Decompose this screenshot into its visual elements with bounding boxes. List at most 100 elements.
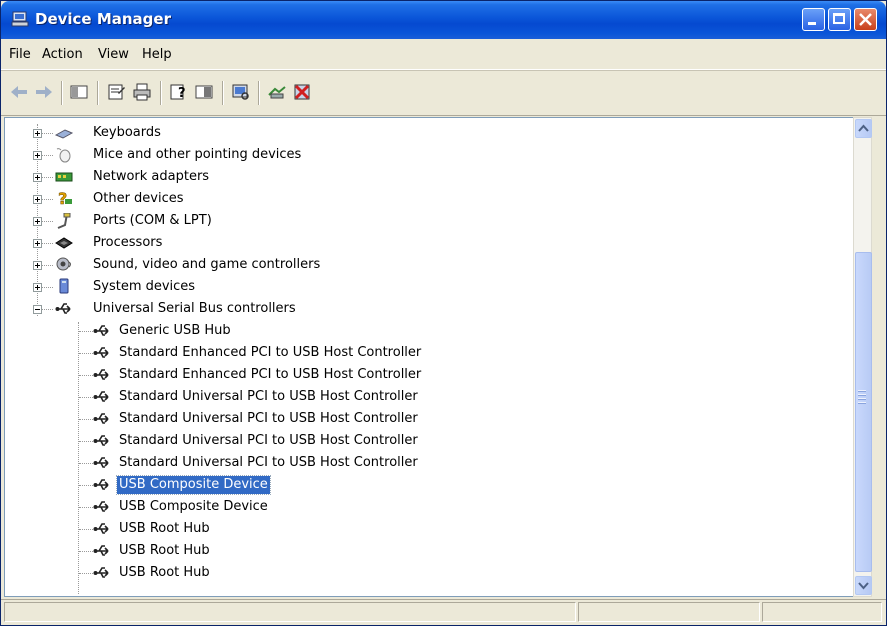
uninstall-icon[interactable]	[292, 83, 312, 101]
tree-connector	[42, 221, 53, 222]
tree-item-label: Mice and other pointing devices	[93, 147, 302, 162]
close-button[interactable]	[854, 8, 877, 31]
tree-connector	[42, 309, 53, 310]
toolbar-separator	[61, 81, 63, 105]
tree-item-usb-device[interactable]: Standard Universal PCI to USB Host Contr…	[5, 452, 845, 474]
expand-toggle[interactable]	[33, 283, 42, 292]
port-icon	[57, 213, 71, 229]
tree-item-label: USB Root Hub	[119, 521, 210, 536]
maximize-button[interactable]	[828, 8, 851, 31]
expand-toggle[interactable]	[33, 261, 42, 270]
scroll-thumb[interactable]	[855, 252, 872, 572]
status-panel	[762, 602, 882, 622]
tree-item-network-adapters[interactable]: Network adapters	[5, 166, 845, 188]
menu-action[interactable]: Action	[42, 47, 83, 62]
menu-view[interactable]: View	[98, 47, 129, 62]
tree-item-label: Processors	[93, 235, 163, 250]
forward-arrow-icon[interactable]	[34, 83, 54, 101]
scan-hardware-icon[interactable]	[231, 83, 251, 101]
processor-icon	[55, 237, 73, 249]
usb-icon	[93, 347, 109, 358]
device-tree[interactable]: Keyboards Mice and other pointing device…	[4, 117, 854, 597]
toolbar-separator	[222, 81, 224, 105]
help-icon[interactable]: ?	[169, 83, 189, 101]
menu-file[interactable]: File	[9, 47, 31, 62]
tree-connector	[79, 507, 93, 508]
expand-toggle[interactable]	[33, 129, 42, 138]
tree-item-usb-device[interactable]: Standard Enhanced PCI to USB Host Contro…	[5, 364, 845, 386]
expand-toggle[interactable]	[33, 173, 42, 182]
tree-item-processors[interactable]: Processors	[5, 232, 845, 254]
minimize-button[interactable]	[802, 8, 825, 31]
usb-icon	[93, 479, 109, 490]
tree-connector	[79, 353, 93, 354]
usb-icon	[93, 523, 109, 534]
tree-item-usb-device[interactable]: Standard Enhanced PCI to USB Host Contro…	[5, 342, 845, 364]
network-adapter-icon	[55, 172, 73, 182]
tree-item-other-devices[interactable]: ? Other devices	[5, 188, 845, 210]
scroll-up-button[interactable]	[855, 119, 872, 138]
tree-connector	[42, 199, 53, 200]
tree-item-label: Standard Universal PCI to USB Host Contr…	[119, 433, 418, 448]
usb-icon	[93, 369, 109, 380]
tree-item-usb-device[interactable]: Standard Universal PCI to USB Host Contr…	[5, 408, 845, 430]
tree-item-usb-device[interactable]: USB Root Hub	[5, 540, 845, 562]
print-icon[interactable]	[132, 83, 152, 101]
window-title: Device Manager	[35, 10, 171, 28]
toolbar-separator	[160, 81, 162, 105]
vertical-scrollbar[interactable]	[853, 117, 872, 597]
tree-item-usb-device[interactable]: USB Composite Device	[5, 496, 845, 518]
tree-item-label: Universal Serial Bus controllers	[93, 301, 296, 316]
usb-icon	[93, 501, 109, 512]
expand-toggle[interactable]	[33, 151, 42, 160]
chevron-down-icon	[858, 582, 869, 590]
tree-item-system-devices[interactable]: System devices	[5, 276, 845, 298]
tree-connector	[79, 419, 93, 420]
tree-item-ports[interactable]: Ports (COM & LPT)	[5, 210, 845, 232]
show-hide-tree-icon[interactable]	[69, 83, 89, 101]
tree-item-label: Other devices	[93, 191, 184, 206]
tree-item-sound-video-game[interactable]: Sound, video and game controllers	[5, 254, 845, 276]
scroll-down-button[interactable]	[855, 576, 872, 595]
update-driver-icon[interactable]	[267, 83, 287, 101]
tree-connector	[42, 177, 53, 178]
tree-item-usb-device-selected[interactable]: USB Composite Device	[5, 474, 845, 496]
menu-help[interactable]: Help	[142, 47, 172, 62]
usb-icon	[93, 457, 109, 468]
tree-connector	[79, 397, 93, 398]
tree-connector	[79, 551, 93, 552]
back-arrow-icon[interactable]	[9, 83, 29, 101]
tree-item-usb-device[interactable]: USB Root Hub	[5, 518, 845, 540]
tree-item-mice[interactable]: Mice and other pointing devices	[5, 144, 845, 166]
tree-item-usb-device[interactable]: Standard Universal PCI to USB Host Contr…	[5, 386, 845, 408]
view-icon[interactable]	[194, 83, 214, 101]
tree-item-usb-device[interactable]: Generic USB Hub	[5, 320, 845, 342]
system-device-icon	[59, 278, 69, 294]
properties-icon[interactable]	[106, 83, 126, 101]
chevron-up-icon	[858, 124, 869, 132]
sound-icon	[56, 257, 71, 271]
tree-item-label: Sound, video and game controllers	[93, 257, 321, 272]
usb-icon	[93, 435, 109, 446]
toolbar-separator	[258, 81, 260, 105]
tree-item-usb-controllers[interactable]: Universal Serial Bus controllers	[5, 298, 845, 320]
expand-toggle[interactable]	[33, 217, 42, 226]
tree-item-keyboards[interactable]: Keyboards	[5, 122, 845, 144]
tree-item-usb-device[interactable]: Standard Universal PCI to USB Host Contr…	[5, 430, 845, 452]
tree-item-label: Ports (COM & LPT)	[93, 213, 212, 228]
tree-item-label: Standard Enhanced PCI to USB Host Contro…	[119, 367, 422, 382]
tree-connector	[79, 529, 93, 530]
tree-connector	[79, 375, 93, 376]
tree-item-label: System devices	[93, 279, 196, 294]
status-panel	[578, 602, 760, 622]
tree-item-label: Standard Enhanced PCI to USB Host Contro…	[119, 345, 422, 360]
tree-item-usb-device[interactable]: USB Root Hub	[5, 562, 845, 584]
unknown-device-icon: ?	[58, 190, 72, 206]
title-bar[interactable]: Device Manager	[1, 1, 886, 39]
usb-icon	[93, 413, 109, 424]
expand-toggle[interactable]	[33, 239, 42, 248]
expand-toggle[interactable]	[33, 195, 42, 204]
collapse-toggle[interactable]	[33, 305, 42, 314]
device-manager-window: Device Manager File Action View Help ? K…	[0, 0, 887, 626]
menu-bar: File Action View Help	[1, 39, 886, 70]
